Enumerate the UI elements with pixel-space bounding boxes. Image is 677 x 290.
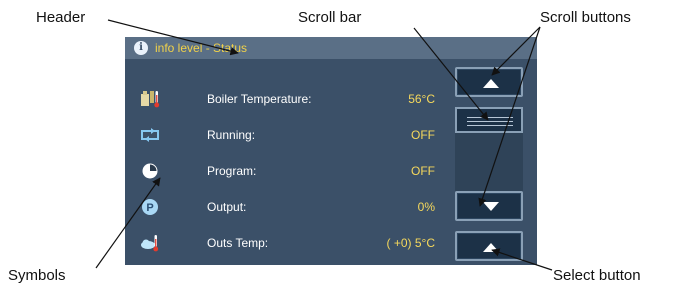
scroll-buttons-pointer-up — [491, 26, 541, 76]
callout-arrows — [95, 19, 553, 271]
select-button-pointer — [491, 248, 553, 271]
header-pointer — [107, 19, 239, 56]
scroll-bar-pointer — [413, 27, 489, 121]
symbols-pointer — [95, 177, 161, 269]
scroll-buttons-pointer-down — [478, 26, 541, 207]
